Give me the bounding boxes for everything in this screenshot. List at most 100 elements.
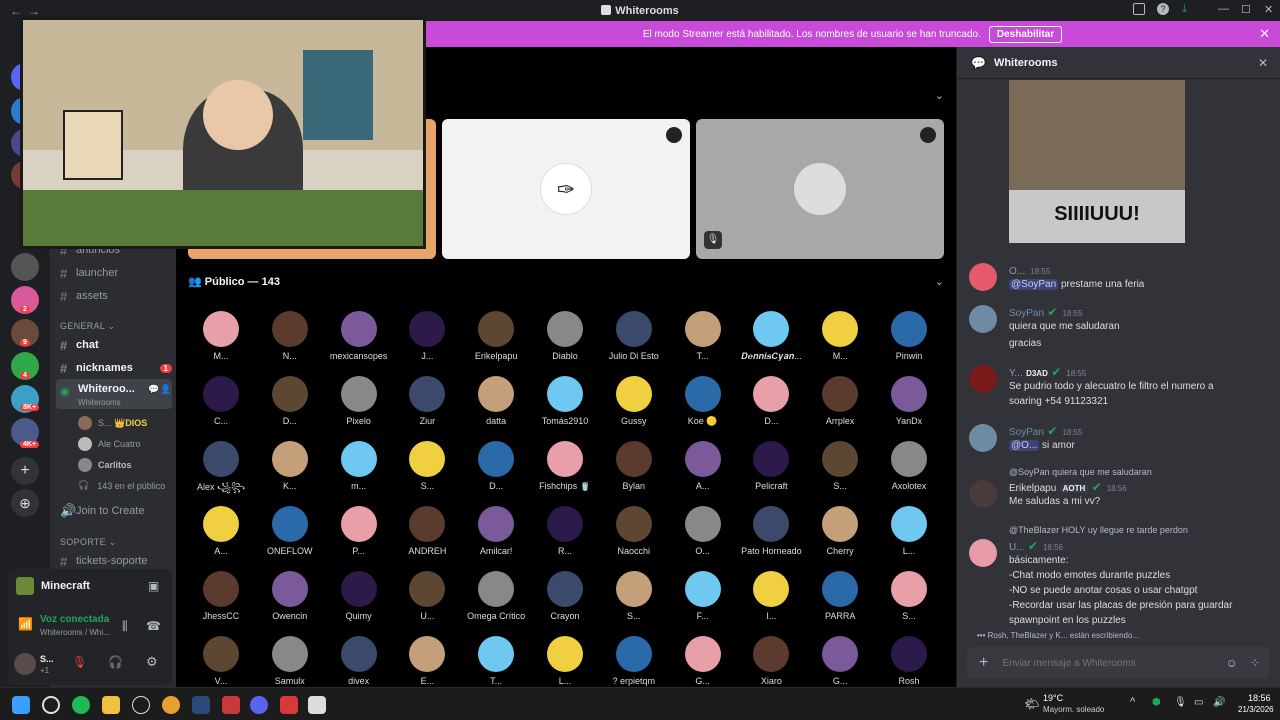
audience-member[interactable]: ANDREH bbox=[394, 506, 460, 556]
audience-member[interactable]: mexicansopes bbox=[326, 311, 392, 361]
discord-icon[interactable] bbox=[250, 696, 268, 714]
audience-member[interactable]: Pato Horneado bbox=[738, 506, 804, 556]
avatar[interactable] bbox=[969, 263, 997, 291]
audience-member[interactable]: Samulx bbox=[257, 636, 323, 686]
audience-member[interactable]: Crayon bbox=[532, 571, 598, 621]
audience-member[interactable]: Diablo bbox=[532, 311, 598, 361]
audience-member[interactable]: G... bbox=[807, 636, 873, 686]
audience-member[interactable]: V... bbox=[188, 636, 254, 686]
chevron-down-icon[interactable]: ⌄ bbox=[935, 275, 944, 288]
disconnect-icon[interactable]: ☎ bbox=[146, 619, 161, 633]
discover-icon[interactable]: ⊕ bbox=[11, 489, 39, 517]
voice-status[interactable]: Voz conectada bbox=[40, 614, 109, 625]
audience-member[interactable]: A... bbox=[670, 441, 736, 491]
avatar[interactable] bbox=[969, 539, 997, 567]
help-icon[interactable]: ? bbox=[1157, 3, 1169, 15]
audience-member[interactable]: M... bbox=[807, 311, 873, 361]
audience-member[interactable]: ? erpietqm bbox=[601, 636, 667, 686]
reply-preview[interactable]: @TheBlazer HOLY uy llegue re tarde perdo… bbox=[1009, 525, 1188, 535]
display-icon[interactable]: ▭ bbox=[1194, 697, 1203, 708]
audience-member[interactable]: T... bbox=[463, 636, 529, 686]
chrome-icon[interactable] bbox=[162, 696, 180, 714]
message-author[interactable]: O... bbox=[1009, 266, 1025, 277]
audience-member[interactable]: I... bbox=[738, 571, 804, 621]
audience-member[interactable]: L... bbox=[876, 506, 942, 556]
audience-member[interactable]: Tomás2910 bbox=[532, 376, 598, 426]
audience-member[interactable]: E... bbox=[394, 636, 460, 686]
audience-member[interactable]: Cherry bbox=[807, 506, 873, 556]
audience-member[interactable]: K... bbox=[257, 441, 323, 491]
headphones-icon[interactable]: 🎧 bbox=[108, 655, 123, 669]
audience-member[interactable]: S... bbox=[601, 571, 667, 621]
mic-muted-icon[interactable]: 🎙 bbox=[72, 655, 87, 669]
emoji-icon[interactable]: ☺ bbox=[1226, 656, 1238, 670]
audience-member[interactable]: 𝑫𝒆𝒏𝒏𝒊𝒔𝑪𝒚𝒂𝒏... bbox=[738, 311, 804, 362]
audience-member[interactable]: D... bbox=[463, 441, 529, 491]
speaker-tile[interactable]: 🎙 bbox=[696, 119, 944, 259]
audience-member[interactable]: Erikelpapu bbox=[463, 311, 529, 361]
audience-member[interactable]: C... bbox=[188, 376, 254, 426]
channel-tickets-soporte[interactable]: # tickets-soporte bbox=[60, 551, 172, 571]
audience-member[interactable]: Xiaro bbox=[738, 636, 804, 686]
audience-member[interactable]: Quimy bbox=[326, 571, 392, 621]
audience-member[interactable]: Julio Di Esto bbox=[601, 311, 667, 361]
apps-icon[interactable]: ⁘ bbox=[1250, 656, 1260, 670]
add-member-icon[interactable]: 👤 bbox=[160, 384, 171, 395]
audience-member[interactable]: Naocchi bbox=[601, 506, 667, 556]
audience-member[interactable]: Pelicraft bbox=[738, 441, 804, 491]
audience-member[interactable]: YanDx bbox=[876, 376, 942, 426]
public-count[interactable]: 🎧 143 en el público bbox=[78, 480, 165, 491]
audience-member[interactable]: G... bbox=[670, 636, 736, 686]
app-icon[interactable] bbox=[222, 696, 240, 714]
disable-streamer-button[interactable]: Deshabilitar bbox=[988, 25, 1063, 43]
audience-member[interactable]: S... bbox=[394, 441, 460, 491]
category-general[interactable]: GENERAL ⌄ bbox=[60, 321, 115, 332]
tray-icon[interactable]: ⬢ bbox=[1152, 697, 1161, 708]
audience-member[interactable]: Gussy bbox=[601, 376, 667, 426]
audience-member[interactable]: D... bbox=[257, 376, 323, 426]
audience-member[interactable]: Alex ꧁꧂ bbox=[188, 441, 254, 499]
chat-image[interactable]: SIIIIUUU! bbox=[1009, 80, 1185, 243]
spotify-icon[interactable] bbox=[72, 696, 90, 714]
message-author[interactable]: SoyPan bbox=[1009, 308, 1044, 319]
audience-member[interactable]: JhessCC bbox=[188, 571, 254, 621]
audience-member[interactable]: O... bbox=[670, 506, 736, 556]
activity-icon[interactable]: ▣ bbox=[148, 579, 159, 593]
audience-member[interactable]: Fishchips 🥤 bbox=[532, 441, 598, 492]
clock-time[interactable]: 18:56 bbox=[1248, 693, 1271, 703]
mention[interactable]: @SoyPan bbox=[1009, 279, 1059, 290]
audience-member[interactable]: Omega Crítico bbox=[463, 571, 529, 621]
minimize-button[interactable]: — bbox=[1218, 3, 1229, 15]
audience-member[interactable]: PARRA bbox=[807, 571, 873, 621]
4k-app-icon[interactable] bbox=[132, 696, 150, 714]
chevron-down-icon[interactable]: ⌄ bbox=[935, 89, 944, 102]
file-explorer-icon[interactable] bbox=[102, 696, 120, 714]
chat-bubble-icon[interactable]: 💬 bbox=[148, 384, 159, 395]
audience-member[interactable]: m... bbox=[326, 441, 392, 491]
audience-member[interactable]: Pixelo bbox=[326, 376, 392, 426]
weather-desc[interactable]: Mayorm. soleado bbox=[1043, 705, 1104, 714]
audience-member[interactable]: P... bbox=[326, 506, 392, 556]
audience-member[interactable]: ONEFLOW bbox=[257, 506, 323, 556]
soundboard-icon[interactable]: ⫼ bbox=[122, 619, 128, 634]
weather-temp[interactable]: 19°C bbox=[1043, 693, 1063, 703]
voice-channel-whiterooms[interactable]: ◉ Whiteroo... Whiterooms 💬 👤 bbox=[56, 379, 172, 409]
app-icon[interactable] bbox=[308, 696, 326, 714]
audience-member[interactable]: T... bbox=[670, 311, 736, 361]
audience-member[interactable]: Bylan bbox=[601, 441, 667, 491]
audience-member[interactable]: Amilcar! bbox=[463, 506, 529, 556]
close-banner-icon[interactable]: ✕ bbox=[1259, 26, 1270, 42]
close-chat-icon[interactable]: ✕ bbox=[1258, 56, 1268, 70]
reply-preview[interactable]: @SoyPan quiera que me saludaran bbox=[1009, 467, 1152, 477]
server-icon[interactable] bbox=[11, 253, 39, 281]
audience-member[interactable]: divex bbox=[326, 636, 392, 686]
audience-member[interactable]: Axolotex bbox=[876, 441, 942, 491]
message-input[interactable] bbox=[1002, 657, 1203, 669]
obs-icon[interactable] bbox=[42, 696, 60, 714]
voice-user[interactable]: S... 👑DIOS bbox=[78, 416, 147, 430]
message-author[interactable]: SoyPan bbox=[1009, 427, 1044, 438]
category-soporte[interactable]: SOPORTE ⌄ bbox=[60, 537, 117, 548]
windows-start-icon[interactable] bbox=[12, 696, 30, 714]
avatar[interactable] bbox=[969, 424, 997, 452]
audience-member[interactable]: Arrplex bbox=[807, 376, 873, 426]
